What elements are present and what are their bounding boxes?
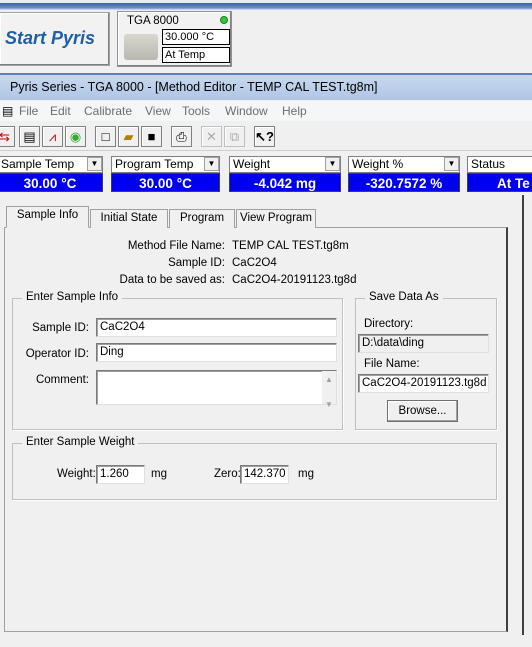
tab-sample-info[interactable]: Sample Info [6,206,89,228]
menu-calibrate[interactable]: Calibrate [84,101,132,121]
menu-bar: ▤ File Edit Calibrate View Tools Window … [0,101,532,121]
copy-icon[interactable]: ⧉ [224,126,245,147]
document-menu-icon[interactable]: ▤ [2,101,13,121]
operator-id-label: Operator ID: [25,348,89,360]
menu-view[interactable]: View [145,101,171,121]
menu-file[interactable]: File [19,101,38,121]
comment-textarea[interactable]: ▲ ▼ [96,370,337,409]
chevron-down-icon[interactable]: ▼ [87,157,102,171]
sample-id-summary-label: Sample ID: [168,257,225,269]
open-folder-icon[interactable]: ▰ [118,126,139,147]
readout-value: -320.7572 % [348,173,460,192]
toolbar: ⇆ ▤ ⩘ ◉ □ ▰ ■ ⎙ ✕ ⧉ ↖? [0,122,532,151]
sample-id-label: Sample ID: [32,322,89,334]
browse-button[interactable]: Browse... [387,400,458,422]
instrument-status: At Temp [162,47,230,63]
readout-weight-percent: Weight % ▼ -320.7572 % [348,156,460,193]
sample-id-input[interactable]: CaC2O4 [96,318,337,337]
delete-icon[interactable]: ✕ [201,126,222,147]
instrument-name: TGA 8000 [127,15,179,27]
file-name-label: File Name: [364,358,420,370]
zero-unit: mg [298,468,314,480]
weight-input[interactable]: 1.260 [96,465,145,484]
print-icon[interactable]: ⎙ [171,126,192,147]
document-icon[interactable]: ▤ [19,126,40,147]
menu-help[interactable]: Help [282,101,307,121]
menu-edit[interactable]: Edit [50,101,71,121]
chevron-down-icon[interactable]: ▼ [444,157,459,171]
file-name-input[interactable]: CaC2O4-20191123.tg8d [358,374,489,393]
operator-id-input[interactable]: Ding [96,343,337,362]
window-edge [522,195,524,635]
sample-id-summary-value: CaC2O4 [232,257,277,269]
group-title: Enter Sample Info [22,291,123,303]
instrument-panel[interactable]: TGA 8000 30.000 °C At Temp [117,11,232,67]
comment-scrollbar[interactable]: ▲ ▼ [322,371,336,409]
zero-input[interactable]: 142.370 [240,465,289,484]
readout-sample-temp: Sample Temp ▼ 30.00 °C [0,156,103,193]
scroll-down-icon[interactable]: ▼ [322,396,336,413]
data-saved-label: Data to be saved as: [119,274,225,286]
readout-label: Status [467,156,532,173]
top-strip [0,0,532,10]
chevron-down-icon[interactable]: ▼ [204,157,219,171]
chevron-down-icon[interactable]: ▼ [325,157,340,171]
instrument-temperature: 30.000 °C [162,29,230,45]
weight-unit: mg [151,468,167,480]
menu-tools[interactable]: Tools [182,101,210,121]
disc-icon[interactable]: ◉ [65,126,86,147]
status-led-icon [220,16,228,24]
method-file-label: Method File Name: [127,240,225,252]
directory-label: Directory: [364,318,414,330]
readout-program-temp: Program Temp ▼ 30.00 °C [111,156,220,193]
window-title: Pyris Series - TGA 8000 - [Method Editor… [10,80,378,94]
zero-label: Zero: [214,468,241,480]
directory-field: D:\data\ding [358,334,489,353]
weight-label: Weight: [57,468,96,480]
instrument-image-icon [124,34,158,60]
tab-program[interactable]: Program [169,209,235,228]
readout-weight: Weight ▼ -4.042 mg [229,156,341,193]
readout-value: 30.00 °C [111,173,220,192]
group-title: Save Data As [365,291,443,303]
group-title: Enter Sample Weight [22,436,139,448]
readout-status: Status At Te [467,156,532,193]
window-title-bar: Pyris Series - TGA 8000 - [Method Editor… [0,73,532,100]
data-saved-value: CaC2O4-20191123.tg8d [232,274,357,286]
save-icon[interactable]: ■ [141,126,162,147]
tab-view-program[interactable]: View Program [236,209,316,228]
scroll-up-icon[interactable]: ▲ [322,371,336,388]
menu-window[interactable]: Window [225,101,268,121]
help-pointer-icon[interactable]: ↖? [254,126,275,147]
readout-value: At Te [467,173,532,192]
readout-value: 30.00 °C [0,173,103,192]
method-file-value: TEMP CAL TEST.tg8m [232,240,349,252]
comment-label: Comment: [35,374,89,386]
tab-initial-state[interactable]: Initial State [90,209,168,228]
graph-icon[interactable]: ⩘ [42,126,63,147]
readout-value: -4.042 mg [229,173,341,192]
monitor-icon[interactable]: ⇆ [0,126,15,147]
new-file-icon[interactable]: □ [95,126,116,147]
start-pyris-label[interactable]: Start Pyris [5,27,95,49]
